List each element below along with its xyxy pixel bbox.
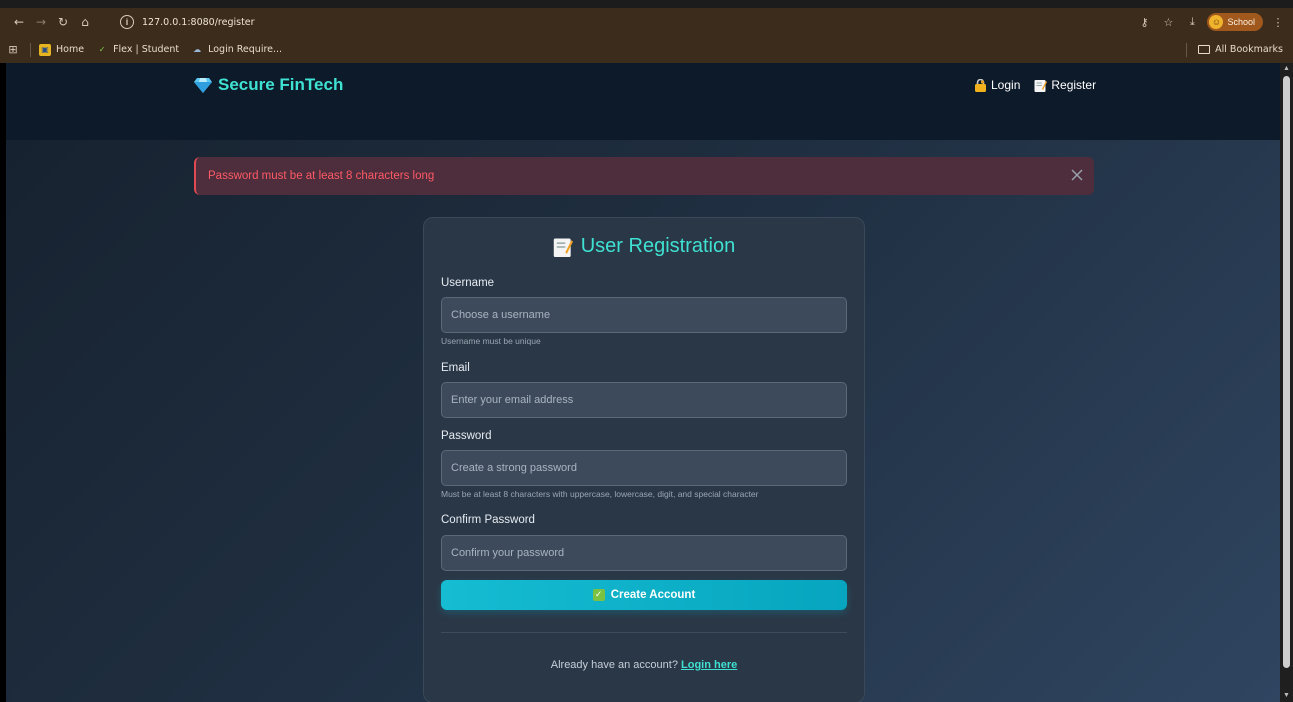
brand-name: Secure FinTech — [218, 75, 344, 94]
bookmark-home[interactable]: ▣ Home — [39, 43, 85, 56]
profile-button[interactable]: ☺ School — [1207, 13, 1263, 31]
site-info-icon[interactable]: i — [120, 15, 134, 29]
login-prompt-text: Already have an account? — [550, 659, 678, 671]
password-label: Password — [441, 430, 492, 442]
nav-register-link[interactable]: Register — [1034, 78, 1096, 92]
back-icon[interactable]: ← — [8, 11, 30, 33]
avatar: ☺ — [1209, 15, 1224, 29]
nav-links: Login Register — [974, 78, 1096, 92]
bookmark-flex-student[interactable]: ✓ Flex | Student — [96, 44, 179, 56]
key-icon[interactable]: ⚷ — [1135, 16, 1153, 29]
browser-right-tools: ⚷ ☆ ⤓ ☺ School ⋮ — [1135, 11, 1287, 33]
profile-label: School — [1227, 17, 1255, 27]
download-icon[interactable]: ⤓ — [1183, 15, 1201, 29]
nav-login-label: Login — [991, 78, 1021, 92]
username-label: Username — [441, 277, 495, 289]
address-bar[interactable]: i 127.0.0.1:8080/register — [112, 11, 1172, 33]
site-navbar: Secure FinTech Login Register — [6, 63, 1280, 140]
password-input[interactable] — [441, 450, 847, 486]
bookmark-separator — [30, 42, 31, 57]
check-icon: ✓ — [592, 589, 605, 601]
home-icon[interactable]: ⌂ — [74, 11, 96, 33]
nav-register-label: Register — [1051, 78, 1097, 92]
error-alert: Password must be at least 8 characters l… — [194, 157, 1094, 195]
bookmark-label: Login Require... — [208, 44, 283, 55]
password-hint: Must be at least 8 characters with upper… — [441, 489, 759, 499]
username-hint: Username must be unique — [441, 336, 541, 346]
bookmarks-bar: ⊞ ▣ Home ✓ Flex | Student ☁ Login Requir… — [0, 36, 1293, 63]
reload-icon[interactable]: ↻ — [52, 11, 74, 33]
browser-toolbar: ← → ↻ ⌂ i 127.0.0.1:8080/register ⚷ ☆ ⤓ … — [0, 8, 1293, 36]
forward-icon[interactable]: → — [30, 11, 52, 33]
brand-link[interactable]: Secure FinTech — [194, 75, 343, 95]
menu-icon[interactable]: ⋮ — [1269, 16, 1287, 29]
form-title-text: User Registration — [580, 235, 736, 257]
form-divider — [441, 632, 847, 633]
login-prompt: Already have an account? Login here — [424, 659, 864, 671]
page-viewport: Secure FinTech Login Register Password m… — [6, 63, 1280, 702]
screen: ← → ↻ ⌂ i 127.0.0.1:8080/register ⚷ ☆ ⤓ … — [0, 0, 1293, 702]
confirm-password-label: Confirm Password — [441, 514, 535, 526]
bookmark-separator — [1186, 42, 1188, 57]
alert-message: Password must be at least 8 characters l… — [208, 170, 435, 182]
cloud-bookmark-icon: ☁ — [193, 45, 202, 54]
gem-icon — [194, 78, 212, 93]
lock-icon — [975, 78, 986, 92]
email-label: Email — [441, 362, 470, 374]
tab-strip — [0, 0, 1293, 8]
create-account-button[interactable]: ✓ Create Account — [441, 580, 847, 610]
close-icon[interactable] — [1070, 168, 1084, 182]
username-input[interactable] — [441, 297, 847, 333]
scrollbar-thumb[interactable] — [1283, 76, 1290, 668]
nav-login-link[interactable]: Login — [974, 78, 1020, 92]
email-input[interactable] — [441, 382, 847, 418]
bookmark-label: Flex | Student — [113, 44, 180, 55]
create-account-label: Create Account — [610, 589, 696, 601]
star-icon[interactable]: ☆ — [1159, 16, 1177, 29]
all-bookmarks-button[interactable]: All Bookmarks — [1178, 36, 1283, 63]
memo-icon — [1034, 79, 1048, 92]
login-here-link[interactable]: Login here — [681, 659, 737, 671]
bookmark-label: Home — [56, 44, 85, 55]
memo-icon — [553, 238, 573, 257]
registration-card: User Registration Username Username must… — [423, 217, 865, 702]
bookmark-login-require[interactable]: ☁ Login Require... — [191, 44, 282, 56]
all-bookmarks-label: All Bookmarks — [1215, 44, 1283, 55]
home-bookmark-icon: ▣ — [39, 43, 51, 56]
scroll-down-icon[interactable]: ▼ — [1283, 692, 1290, 700]
folder-icon — [1198, 45, 1211, 54]
url-text[interactable]: 127.0.0.1:8080/register — [142, 17, 255, 28]
scroll-up-icon[interactable]: ▲ — [1283, 65, 1290, 73]
flex-bookmark-icon: ✓ — [98, 45, 106, 54]
apps-icon[interactable]: ⊞ — [4, 43, 22, 56]
form-title: User Registration — [424, 235, 864, 258]
confirm-password-input[interactable] — [441, 535, 847, 571]
